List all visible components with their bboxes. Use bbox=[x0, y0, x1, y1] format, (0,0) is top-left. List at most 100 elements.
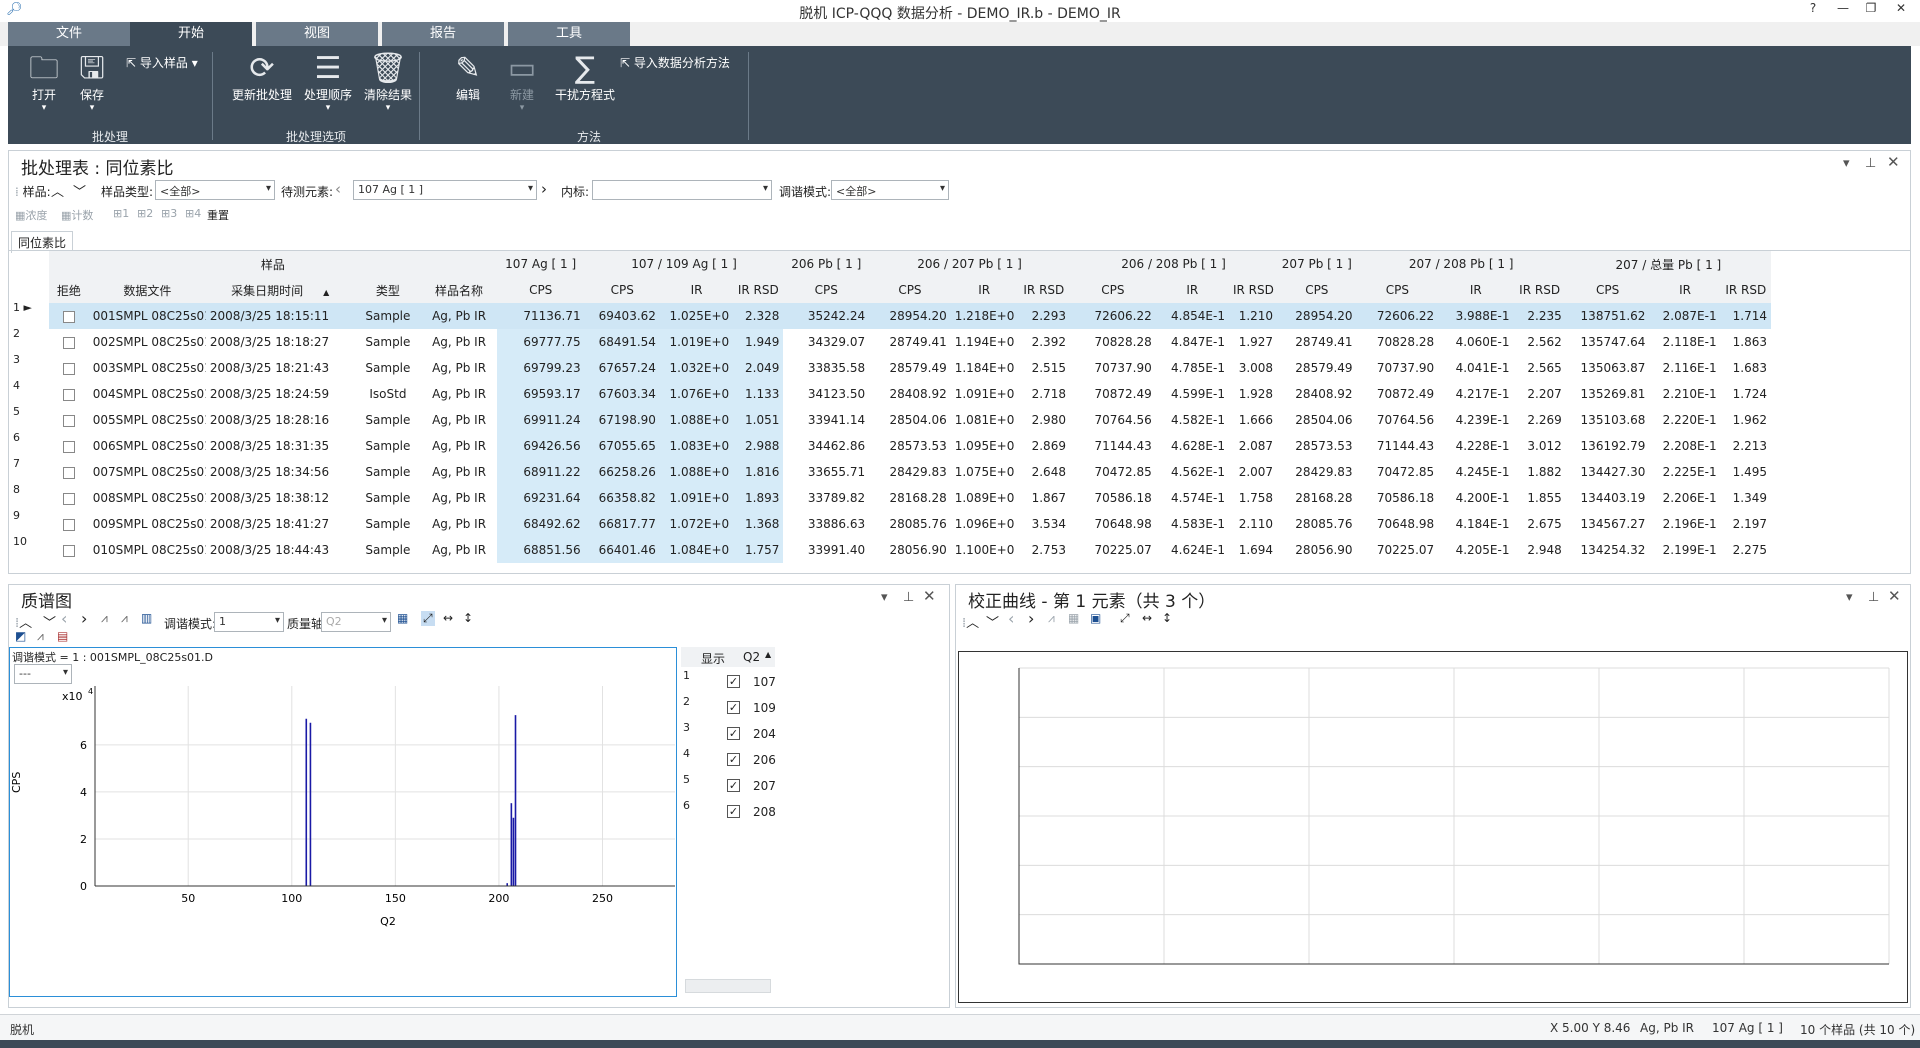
table-cell[interactable]: Ag, Pb IR bbox=[421, 537, 496, 563]
table-cell[interactable]: 68911.22 bbox=[496, 459, 585, 485]
table-cell[interactable]: 1.893 bbox=[733, 485, 784, 511]
table-cell[interactable]: Ag, Pb IR bbox=[421, 329, 496, 355]
horizontal-zoom-icon[interactable]: ↔ bbox=[443, 611, 453, 625]
table-cell[interactable]: 2.235 bbox=[1513, 303, 1566, 329]
chevron-right-icon[interactable]: › bbox=[81, 609, 87, 628]
table-row[interactable]: 008SMPL 08C25s01.D2008/3/25 18:38:12Samp… bbox=[49, 485, 1771, 511]
table-cell[interactable]: 28579.49 bbox=[869, 355, 951, 381]
column-header[interactable]: IR RSD bbox=[1513, 277, 1566, 303]
table-cell[interactable]: 28429.83 bbox=[1277, 459, 1357, 485]
table-row[interactable]: 002SMPL 08C25s01.D2008/3/25 18:18:27Samp… bbox=[49, 329, 1771, 355]
table-cell[interactable]: 70872.49 bbox=[1070, 381, 1156, 407]
mass-row[interactable]: 4 ✓ 206 bbox=[681, 747, 776, 773]
show-checkbox[interactable]: ✓ bbox=[727, 753, 740, 766]
table-cell[interactable]: 2.199E-1 bbox=[1649, 537, 1720, 563]
refresh-batch-button[interactable]: ⟳ 更新批处理 bbox=[230, 52, 294, 103]
edit-button[interactable]: ✎ 编辑 bbox=[448, 52, 488, 103]
spectrum-plot-area[interactable]: 调谐模式 = 1 : 001SMPL_08C25s01.D --- x10 4 … bbox=[9, 647, 677, 997]
table-cell[interactable]: 2.328 bbox=[733, 303, 784, 329]
row-number[interactable]: 4 bbox=[9, 379, 39, 405]
table-cell[interactable]: 71144.43 bbox=[1357, 433, 1439, 459]
show-checkbox[interactable]: ✓ bbox=[727, 779, 740, 792]
table-cell[interactable]: 2008/3/25 18:28:16 bbox=[206, 407, 355, 433]
table-cell[interactable]: 28056.90 bbox=[869, 537, 951, 563]
table-row[interactable]: 006SMPL 08C25s01.D2008/3/25 18:31:35Samp… bbox=[49, 433, 1771, 459]
table-cell[interactable]: 4.060E-1 bbox=[1438, 329, 1513, 355]
table-cell[interactable]: 1.088E+0 bbox=[659, 407, 734, 433]
table-cell[interactable]: 1.083E+0 bbox=[659, 433, 734, 459]
curve-icon[interactable]: ⩘ bbox=[1048, 611, 1055, 626]
table-cell[interactable]: Ag, Pb IR bbox=[421, 407, 496, 433]
table-cell[interactable]: 4.628E-1 bbox=[1156, 433, 1229, 459]
table-cell[interactable]: Sample bbox=[354, 511, 421, 537]
table-cell[interactable]: 66401.46 bbox=[584, 537, 660, 563]
reject-checkbox[interactable] bbox=[62, 492, 75, 505]
table-cell[interactable]: 2.562 bbox=[1513, 329, 1565, 355]
table-cell[interactable]: Ag, Pb IR bbox=[421, 381, 496, 407]
table-icon[interactable]: ▦ bbox=[397, 611, 408, 625]
group-header[interactable]: 207 Pb [ 1 ] bbox=[1277, 251, 1357, 277]
table-cell[interactable]: 68492.62 bbox=[496, 511, 585, 537]
table-cell[interactable]: 2.980 bbox=[1018, 407, 1070, 433]
reject-checkbox[interactable] bbox=[62, 336, 75, 349]
color-icon[interactable]: ▤ bbox=[57, 629, 68, 643]
chevron-right-icon[interactable]: › bbox=[541, 180, 547, 198]
chevron-down-icon[interactable]: ﹀ bbox=[73, 181, 86, 200]
tune-mode-select[interactable]: 1 bbox=[214, 612, 284, 632]
pin-icon[interactable]: ⊥ bbox=[1868, 590, 1879, 605]
column-header[interactable]: IR RSD bbox=[1720, 277, 1771, 303]
tab-home[interactable]: 开始 bbox=[130, 22, 252, 46]
column-header[interactable]: 样品名称 bbox=[421, 277, 497, 303]
table-cell[interactable]: 70737.90 bbox=[1070, 355, 1156, 381]
istd-input[interactable] bbox=[592, 180, 772, 200]
column-header[interactable]: 类型 bbox=[354, 277, 422, 303]
chevron-right-icon[interactable]: › bbox=[1028, 609, 1034, 628]
chevron-up-icon[interactable]: ⁞︿ bbox=[962, 612, 979, 631]
calibration-plot-area[interactable] bbox=[958, 651, 1908, 1003]
table-cell[interactable]: 2.988 bbox=[733, 433, 784, 459]
table-cell[interactable]: 2.213 bbox=[1721, 433, 1771, 459]
table-cell[interactable]: 2.087E-1 bbox=[1649, 303, 1721, 329]
chevron-left-icon[interactable]: ‹ bbox=[335, 180, 341, 198]
column-header[interactable]: IR bbox=[950, 277, 1018, 303]
table-cell[interactable]: 1.184E+0 bbox=[951, 355, 1018, 381]
table-cell[interactable]: 1.075E+0 bbox=[951, 459, 1018, 485]
table-cell[interactable]: 67055.65 bbox=[584, 433, 660, 459]
table-cell[interactable]: 2.118E-1 bbox=[1649, 329, 1720, 355]
table-cell[interactable]: 1.088E+0 bbox=[659, 459, 734, 485]
table-cell[interactable]: Ag, Pb IR bbox=[421, 433, 496, 459]
table-cell[interactable]: 1.683 bbox=[1721, 355, 1771, 381]
table-cell[interactable]: 009SMPL 08C25s01.D bbox=[89, 511, 206, 537]
chevron-left-icon[interactable]: ‹ bbox=[61, 609, 67, 628]
table-cell[interactable]: 69799.23 bbox=[496, 355, 585, 381]
table-cell[interactable]: IsoStd bbox=[354, 381, 421, 407]
table-cell[interactable]: 2.293 bbox=[1017, 303, 1070, 329]
table-cell[interactable]: 002SMPL 08C25s01.D bbox=[89, 329, 206, 355]
table-row[interactable]: 007SMPL 08C25s01.D2008/3/25 18:34:56Samp… bbox=[49, 459, 1771, 485]
table-cell[interactable]: 3.534 bbox=[1018, 511, 1070, 537]
pin-icon[interactable]: ⊥ bbox=[903, 590, 914, 605]
table-icon[interactable]: ▦ bbox=[1068, 611, 1079, 625]
table-cell[interactable]: Ag, Pb IR bbox=[421, 511, 496, 537]
table-cell[interactable]: 2.869 bbox=[1018, 433, 1070, 459]
row-number[interactable]: 8 bbox=[9, 483, 39, 509]
table-cell[interactable]: 1.724 bbox=[1721, 381, 1771, 407]
table-cell[interactable]: 2.208E-1 bbox=[1649, 433, 1720, 459]
table-cell[interactable]: 71136.71 bbox=[496, 303, 585, 329]
table-cell[interactable]: 2.392 bbox=[1018, 329, 1070, 355]
table-cell[interactable]: 70764.56 bbox=[1357, 407, 1439, 433]
chevron-left-icon[interactable]: ‹ bbox=[1008, 609, 1014, 628]
table-cell[interactable]: 1.096E+0 bbox=[951, 511, 1018, 537]
table-cell[interactable]: 28085.76 bbox=[1277, 511, 1357, 537]
stack-icon[interactable]: ⩘ bbox=[121, 611, 128, 626]
table-cell[interactable]: 2.116E-1 bbox=[1649, 355, 1720, 381]
table-cell[interactable]: 1.816 bbox=[733, 459, 784, 485]
table-cell[interactable]: 1.949 bbox=[733, 329, 784, 355]
table-cell[interactable]: 33789.82 bbox=[783, 485, 869, 511]
table-cell[interactable]: 28954.20 bbox=[1277, 303, 1357, 329]
column-header[interactable]: CPS bbox=[1565, 277, 1650, 303]
table-row[interactable]: 001SMPL 08C25s01.D2008/3/25 18:15:11Samp… bbox=[49, 303, 1771, 329]
table-cell[interactable]: 1.218E+0 bbox=[950, 303, 1018, 329]
analyte-select[interactable]: 107 Ag [ 1 ] bbox=[353, 180, 537, 200]
table-cell[interactable]: 2.275 bbox=[1721, 537, 1771, 563]
